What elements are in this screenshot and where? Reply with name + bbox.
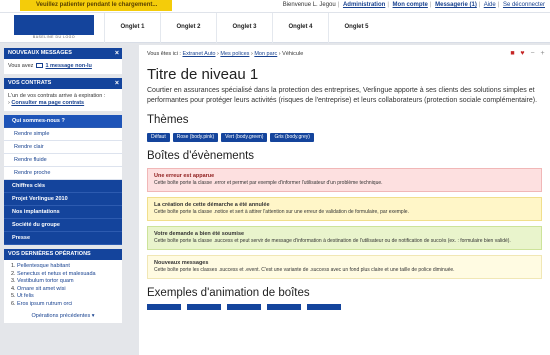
breadcrumb-link[interactable]: Mes polices bbox=[220, 51, 249, 57]
list-item[interactable]: 4.Ornare sit amet wisi bbox=[8, 286, 118, 294]
menu-item-rendre-proche[interactable]: Rendre proche bbox=[4, 167, 122, 180]
header: BASELINE DU LOGO Onglet 1 Onglet 2 Ongle… bbox=[0, 13, 550, 43]
themes-heading: Thèmes bbox=[147, 114, 189, 126]
menu-item-presse[interactable]: Presse bbox=[4, 232, 122, 245]
animation-button[interactable] bbox=[147, 304, 181, 310]
logout-link[interactable]: Se déconnecter bbox=[503, 2, 545, 8]
contracts-link[interactable]: Consulter ma page contrats bbox=[11, 100, 84, 106]
main-content: Vous êtes ici : Extranet Auto › Mes poli… bbox=[139, 45, 550, 355]
intro-text: Courtier en assurances spécialisé dans l… bbox=[147, 87, 538, 104]
operations-title: VOS DERNIÈRES OPÉRATIONS bbox=[4, 249, 122, 260]
theme-default-button[interactable]: Défaut bbox=[147, 133, 170, 142]
zoom-in-icon[interactable]: + bbox=[539, 50, 546, 57]
list-item[interactable]: 6.Eros ipsum rutrum orci bbox=[8, 301, 118, 309]
account-link[interactable]: Mon compte bbox=[393, 2, 428, 8]
zoom-out-icon[interactable]: − bbox=[529, 50, 536, 57]
animation-button[interactable] bbox=[307, 304, 341, 310]
warning-notice: La création de cette démarche a été annu… bbox=[147, 197, 542, 221]
contracts-title: VOS CONTRATS bbox=[8, 80, 52, 86]
menu-item-chiffres-cles[interactable]: Chiffres clés bbox=[4, 180, 122, 193]
contracts-text: L'un de vos contrats arrive à expiration… bbox=[8, 93, 106, 99]
page-title: Titre de niveau 1 bbox=[147, 66, 259, 83]
top-bar: Veuillez patienter pendant le chargement… bbox=[0, 0, 550, 13]
success-notice: Votre demande a bien été soumise Cette b… bbox=[147, 226, 542, 250]
menu-item-implantations[interactable]: Nos implantations bbox=[4, 206, 122, 219]
help-link[interactable]: Aide bbox=[484, 2, 496, 8]
tab-1[interactable]: Onglet 1 bbox=[104, 13, 160, 43]
tab-3[interactable]: Onglet 3 bbox=[216, 13, 272, 43]
close-icon[interactable]: × bbox=[115, 48, 119, 59]
animation-button[interactable] bbox=[267, 304, 301, 310]
error-notice: Une erreur est apparue Cette boîte porte… bbox=[147, 168, 542, 192]
menu-item-rendre-simple[interactable]: Rendre simple bbox=[4, 128, 122, 141]
previous-operations-link[interactable]: Opérations précédentes ▾ bbox=[8, 313, 118, 319]
side-menu: Qui sommes-nous ? Rendre simple Rendre c… bbox=[4, 115, 122, 245]
animation-button[interactable] bbox=[227, 304, 261, 310]
breadcrumb-current: Véhicule bbox=[282, 51, 304, 57]
animation-buttons bbox=[147, 304, 542, 310]
theme-green-button[interactable]: Vert (body.green) bbox=[221, 133, 268, 142]
event-notice: Nouveaux messages Cette boîte porte les … bbox=[147, 255, 542, 279]
theme-pink-button[interactable]: Rose (body.pink) bbox=[172, 133, 219, 142]
new-messages-title: NOUVEAUX MESSAGES bbox=[8, 50, 72, 56]
tab-5[interactable]: Onglet 5 bbox=[328, 13, 384, 43]
sidebar: NOUVEAUX MESSAGES × Vous avez 1 message … bbox=[4, 48, 122, 355]
chevron-down-icon: ▾ bbox=[91, 313, 95, 319]
greeting: Bienvenue L. Jegou bbox=[282, 2, 336, 8]
list-item[interactable]: 3.Vestibulum tortor quam bbox=[8, 278, 118, 286]
tab-2[interactable]: Onglet 2 bbox=[160, 13, 216, 43]
breadcrumb: Vous êtes ici : Extranet Auto › Mes poli… bbox=[147, 51, 304, 57]
list-item[interactable]: 1.Pellentesque habitant bbox=[8, 263, 118, 271]
theme-buttons: Défaut Rose (body.pink) Vert (body.green… bbox=[147, 133, 542, 142]
boxes-heading: Boîtes d'évènements bbox=[147, 150, 255, 162]
loading-banner: Veuillez patienter pendant le chargement… bbox=[20, 0, 172, 11]
operations-box: VOS DERNIÈRES OPÉRATIONS 1.Pellentesque … bbox=[4, 249, 122, 323]
mail-icon bbox=[35, 63, 43, 69]
logo[interactable]: BASELINE DU LOGO bbox=[14, 15, 94, 40]
list-item[interactable]: 2.Senectus et netus et malesuada bbox=[8, 271, 118, 279]
main-nav: Onglet 1 Onglet 2 Onglet 3 Onglet 4 Ongl… bbox=[104, 13, 384, 43]
menu-item-qui-sommes-nous[interactable]: Qui sommes-nous ? bbox=[4, 115, 122, 128]
logo-baseline: BASELINE DU LOGO bbox=[32, 35, 76, 39]
list-item[interactable]: 5.Ut felis bbox=[8, 293, 118, 301]
contracts-box: VOS CONTRATS × L'un de vos contrats arri… bbox=[4, 78, 122, 111]
menu-item-rendre-fluide[interactable]: Rendre fluide bbox=[4, 154, 122, 167]
menu-item-projet[interactable]: Projet Verlingue 2010 bbox=[4, 193, 122, 206]
menu-item-societe[interactable]: Société du groupe bbox=[4, 219, 122, 232]
menu-item-rendre-clair[interactable]: Rendre clair bbox=[4, 141, 122, 154]
animation-button[interactable] bbox=[187, 304, 221, 310]
print-icon[interactable]: ■ bbox=[509, 50, 516, 57]
theme-grey-button[interactable]: Gris (body.grey) bbox=[270, 133, 314, 142]
messages-text: Vous avez bbox=[8, 63, 34, 69]
user-links: Bienvenue L. Jegou | Administration | Mon … bbox=[282, 2, 545, 8]
tab-4[interactable]: Onglet 4 bbox=[272, 13, 328, 43]
page-actions: ■ ♥ − + bbox=[509, 50, 546, 57]
breadcrumb-link[interactable]: Extranet Auto bbox=[182, 51, 215, 57]
admin-link[interactable]: Administration bbox=[343, 2, 385, 8]
animation-heading: Exemples d'animation de boîtes bbox=[147, 287, 310, 299]
unread-message-link[interactable]: 1 message non-lu bbox=[45, 63, 91, 69]
messages-link[interactable]: Messagerie (1) bbox=[435, 2, 477, 8]
new-messages-box: NOUVEAUX MESSAGES × Vous avez 1 message … bbox=[4, 48, 122, 74]
breadcrumb-link[interactable]: Mon parc bbox=[254, 51, 277, 57]
close-icon[interactable]: × bbox=[115, 78, 119, 89]
bookmark-icon[interactable]: ♥ bbox=[519, 50, 526, 57]
logo-mark bbox=[14, 15, 94, 35]
